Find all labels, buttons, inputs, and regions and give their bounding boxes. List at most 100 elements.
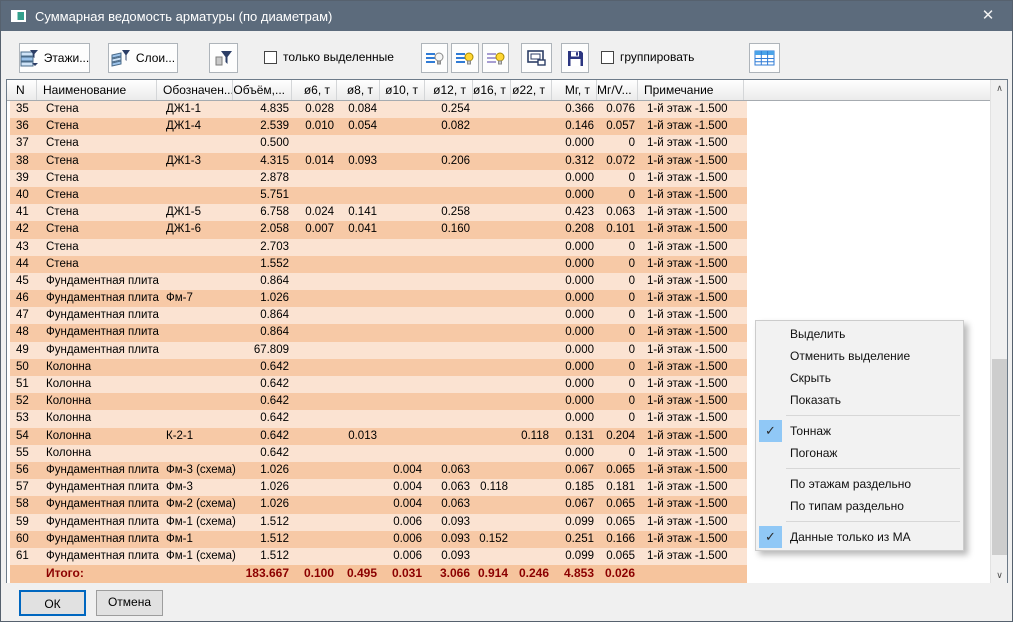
table-row[interactable]: 46Фундаментная плитаФм-71.0260.00001-й э… [10, 290, 747, 307]
table-cell[interactable]: Фундаментная плита [40, 342, 160, 359]
table-cell[interactable] [514, 393, 555, 410]
table-cell[interactable] [514, 307, 555, 324]
table-cell[interactable] [295, 359, 340, 376]
table-cell[interactable]: 1-й этаж -1.500 [641, 462, 747, 479]
table-cell[interactable] [514, 514, 555, 531]
table-cell[interactable] [295, 256, 340, 273]
table-cell[interactable] [340, 393, 383, 410]
table-row[interactable]: 42СтенаДЖ1-62.0580.0070.0410.1600.2080.1… [10, 221, 747, 238]
table-cell[interactable]: Колонна [40, 445, 160, 462]
table-cell[interactable]: ДЖ1-1 [160, 101, 236, 118]
table-cell[interactable]: 0.204 [600, 428, 641, 445]
header-cell[interactable]: ø6, т [292, 80, 337, 100]
table-cell[interactable]: 1-й этаж -1.500 [641, 307, 747, 324]
table-cell[interactable]: 0.004 [383, 496, 428, 513]
table-cell[interactable]: 48 [10, 324, 40, 341]
table-cell[interactable]: Фундаментная плита [40, 307, 160, 324]
table-cell[interactable]: 61 [10, 548, 40, 565]
table-cell[interactable] [340, 548, 383, 565]
table-cell[interactable] [514, 290, 555, 307]
table-cell[interactable]: 0.067 [555, 462, 600, 479]
menu-item[interactable]: Показать [756, 389, 963, 411]
table-cell[interactable] [340, 496, 383, 513]
table-cell[interactable]: Фм-7 [160, 290, 236, 307]
table-cell[interactable] [383, 290, 428, 307]
menu-item[interactable]: По этажам раздельно [756, 473, 963, 495]
table-cell[interactable] [428, 307, 476, 324]
table-cell[interactable]: 0.254 [428, 101, 476, 118]
table-cell[interactable]: 56 [10, 462, 40, 479]
table-cell[interactable] [428, 393, 476, 410]
table-cell[interactable] [428, 273, 476, 290]
table-cell[interactable]: 1-й этаж -1.500 [641, 239, 747, 256]
table-cell[interactable]: 2.058 [236, 221, 295, 238]
table-cell[interactable]: 0.000 [555, 170, 600, 187]
table-cell[interactable]: 0.000 [555, 359, 600, 376]
table-cell[interactable]: 55 [10, 445, 40, 462]
table-cell[interactable] [514, 376, 555, 393]
table-cell[interactable]: Стена [40, 101, 160, 118]
floors-button[interactable]: Этажи... [19, 43, 90, 73]
table-cell[interactable] [428, 324, 476, 341]
table-cell[interactable]: 0.000 [555, 376, 600, 393]
table-cell[interactable]: 0.000 [555, 342, 600, 359]
table-cell[interactable] [295, 479, 340, 496]
table-cell[interactable]: Фм-2 (схема) [160, 496, 236, 513]
table-cell[interactable] [428, 256, 476, 273]
table-cell[interactable] [428, 187, 476, 204]
table-cell[interactable]: 5.751 [236, 187, 295, 204]
table-cell[interactable] [340, 445, 383, 462]
table-cell[interactable] [476, 153, 514, 170]
table-cell[interactable] [428, 376, 476, 393]
header-cell[interactable]: ø10, т [380, 80, 425, 100]
table-cell[interactable] [383, 101, 428, 118]
table-cell[interactable]: 0.041 [340, 221, 383, 238]
table-cell[interactable]: Фундаментная плита [40, 479, 160, 496]
table-cell[interactable] [383, 410, 428, 427]
menu-item[interactable]: Отменить выделение [756, 345, 963, 367]
table-cell[interactable] [428, 290, 476, 307]
table-cell[interactable]: 1-й этаж -1.500 [641, 221, 747, 238]
close-icon[interactable]: ✕ [976, 5, 1000, 27]
table-cell[interactable]: 1-й этаж -1.500 [641, 393, 747, 410]
table-cell[interactable]: Фундаментная плита [40, 324, 160, 341]
table-cell[interactable] [160, 307, 236, 324]
table-cell[interactable]: 53 [10, 410, 40, 427]
table-cell[interactable]: 1-й этаж -1.500 [641, 273, 747, 290]
table-cell[interactable]: Стена [40, 221, 160, 238]
table-cell[interactable]: 1-й этаж -1.500 [641, 376, 747, 393]
table-row[interactable]: 43Стена2.7030.00001-й этаж -1.500 [10, 239, 747, 256]
table-cell[interactable] [160, 445, 236, 462]
table-cell[interactable] [340, 410, 383, 427]
table-cell[interactable]: 1-й этаж -1.500 [641, 531, 747, 548]
table-cell[interactable] [383, 342, 428, 359]
table-cell[interactable] [514, 239, 555, 256]
table-cell[interactable]: 0 [600, 187, 641, 204]
table-cell[interactable]: 0.864 [236, 273, 295, 290]
table-cell[interactable] [160, 239, 236, 256]
export-table-button[interactable] [749, 43, 780, 73]
table-cell[interactable]: 0.000 [555, 273, 600, 290]
table-cell[interactable] [476, 514, 514, 531]
table-cell[interactable] [383, 239, 428, 256]
header-cell[interactable]: Мг/V... [597, 80, 638, 100]
table-cell[interactable]: 38 [10, 153, 40, 170]
table-cell[interactable]: 0.000 [555, 256, 600, 273]
table-cell[interactable] [514, 221, 555, 238]
table-cell[interactable]: 52 [10, 393, 40, 410]
table-cell[interactable]: 0 [600, 239, 641, 256]
table-cell[interactable] [383, 359, 428, 376]
table-row[interactable]: 37Стена0.5000.00001-й этаж -1.500 [10, 135, 747, 152]
menu-item[interactable]: ✓Данные только из МА [756, 526, 963, 548]
table-cell[interactable] [295, 290, 340, 307]
table-cell[interactable]: 0.000 [555, 324, 600, 341]
table-cell[interactable] [160, 273, 236, 290]
table-cell[interactable]: 1.026 [236, 462, 295, 479]
table-cell[interactable] [295, 342, 340, 359]
header-cell[interactable]: Примечание [638, 80, 744, 100]
scroll-down-icon[interactable]: ∨ [991, 567, 1008, 584]
table-cell[interactable] [476, 307, 514, 324]
table-cell[interactable]: 0.013 [340, 428, 383, 445]
show-selected-button[interactable] [451, 43, 479, 73]
table-cell[interactable]: 0.146 [555, 118, 600, 135]
